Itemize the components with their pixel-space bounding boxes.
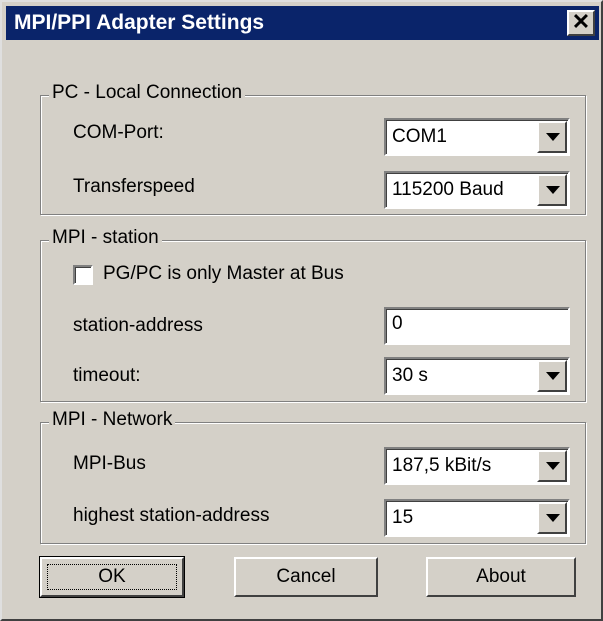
dialog-title: MPI/PPI Adapter Settings bbox=[14, 11, 265, 34]
station-address-input[interactable]: 0 bbox=[384, 307, 570, 345]
transferspeed-dropdown-button[interactable] bbox=[537, 174, 567, 206]
about-button-label: About bbox=[476, 566, 526, 587]
chevron-down-icon bbox=[546, 186, 560, 194]
pc-local-connection-legend: PC - Local Connection bbox=[49, 82, 246, 104]
mpi-station-legend: MPI - station bbox=[49, 227, 162, 249]
cancel-button-label: Cancel bbox=[276, 566, 336, 587]
chevron-down-icon bbox=[546, 462, 560, 470]
pc-local-connection-group: PC - Local Connection COM-Port: COM1 Tra… bbox=[40, 82, 586, 215]
mpi-station-group: MPI - station PG/PC is only Master at Bu… bbox=[40, 227, 586, 402]
ok-button[interactable]: OK bbox=[39, 556, 185, 598]
timeout-dropdown-button[interactable] bbox=[537, 360, 567, 392]
com-port-select[interactable]: COM1 bbox=[384, 118, 570, 156]
mpi-network-group: MPI - Network MPI-Bus 187,5 kBit/s highe… bbox=[40, 409, 586, 544]
chevron-down-icon bbox=[546, 514, 560, 522]
highest-station-address-dropdown-button[interactable] bbox=[537, 502, 567, 534]
highest-station-address-select[interactable]: 15 bbox=[384, 499, 570, 537]
mpi-bus-value: 187,5 kBit/s bbox=[392, 455, 492, 476]
close-icon: ✕ bbox=[571, 9, 591, 34]
timeout-select[interactable]: 30 s bbox=[384, 357, 570, 395]
chevron-down-icon bbox=[546, 372, 560, 380]
timeout-value: 30 s bbox=[392, 365, 428, 386]
timeout-label: timeout: bbox=[73, 365, 141, 386]
com-port-dropdown-button[interactable] bbox=[537, 121, 567, 153]
master-only-label[interactable]: PG/PC is only Master at Bus bbox=[103, 263, 344, 285]
title-bar[interactable]: MPI/PPI Adapter Settings ✕ bbox=[6, 6, 599, 40]
transferspeed-value: 115200 Baud bbox=[392, 179, 504, 200]
mpi-bus-select[interactable]: 187,5 kBit/s bbox=[384, 447, 570, 485]
station-address-label: station-address bbox=[73, 315, 203, 336]
highest-station-address-label: highest station-address bbox=[73, 505, 270, 526]
adapter-settings-dialog: MPI/PPI Adapter Settings ✕ PC - Local Co… bbox=[0, 0, 603, 621]
highest-station-address-value: 15 bbox=[392, 507, 414, 528]
about-button[interactable]: About bbox=[426, 557, 576, 597]
cancel-button[interactable]: Cancel bbox=[234, 557, 378, 597]
chevron-down-icon bbox=[546, 133, 560, 141]
transferspeed-label: Transferspeed bbox=[73, 176, 195, 197]
com-port-label: COM-Port: bbox=[73, 122, 164, 143]
com-port-value: COM1 bbox=[392, 126, 447, 147]
master-only-checkbox[interactable] bbox=[73, 265, 93, 285]
transferspeed-select[interactable]: 115200 Baud bbox=[384, 171, 570, 209]
mpi-bus-dropdown-button[interactable] bbox=[537, 450, 567, 482]
close-button[interactable]: ✕ bbox=[567, 10, 595, 36]
focus-rectangle bbox=[47, 564, 177, 590]
mpi-bus-label: MPI-Bus bbox=[73, 453, 146, 474]
mpi-network-legend: MPI - Network bbox=[49, 409, 176, 431]
